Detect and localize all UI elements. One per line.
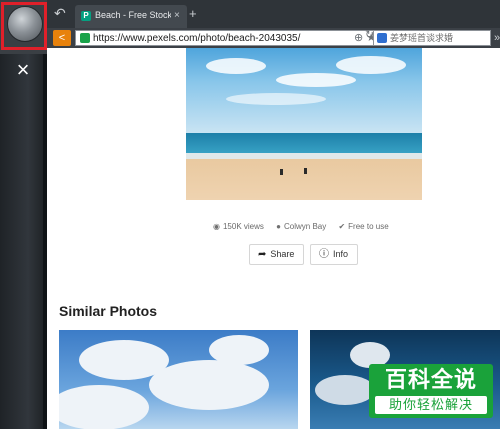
sidebar-panel xyxy=(0,54,47,429)
thumb-cloud xyxy=(59,385,149,429)
undo-close-tab-icon[interactable]: ↶ xyxy=(54,6,68,20)
search-box[interactable]: 姜梦瑶首谈求婚 xyxy=(373,30,491,46)
browser-sidebar: × xyxy=(0,0,47,429)
check-circle-icon: ✔ xyxy=(338,222,346,231)
info-icon: ⓘ xyxy=(319,249,329,260)
menu-chevron-icon[interactable]: » xyxy=(494,31,500,45)
back-button[interactable]: < xyxy=(53,30,71,46)
location-pin-icon: ● xyxy=(276,222,281,231)
views-meta: ◉ 150K views xyxy=(213,222,264,231)
photo-cloud xyxy=(226,93,326,105)
share-arrow-icon: ➦ xyxy=(258,249,267,260)
photo-sand xyxy=(186,159,422,200)
license-text[interactable]: Free to use xyxy=(348,222,388,231)
share-label: Share xyxy=(270,249,295,259)
location-meta[interactable]: ● Colwyn Bay xyxy=(276,222,326,231)
tab-bar: ↶ P Beach - Free Stock P × + xyxy=(47,0,500,29)
license-meta[interactable]: ✔ Free to use xyxy=(338,222,388,231)
baike-watermark-logo: 百科全说 助你轻松解决 xyxy=(369,364,493,418)
beach-photo[interactable] xyxy=(186,48,422,200)
browser-logo-icon[interactable] xyxy=(7,6,43,42)
photo-person xyxy=(280,169,283,175)
tab-beach[interactable]: P Beach - Free Stock P × xyxy=(75,5,187,28)
watermark-line2: 助你轻松解决 xyxy=(375,396,487,414)
pexels-favicon-icon: P xyxy=(81,11,91,21)
search-engine-icon[interactable] xyxy=(377,33,387,43)
watermark-line1: 百科全说 xyxy=(384,367,477,392)
photo-sea xyxy=(186,133,422,153)
photo-cloud xyxy=(206,58,266,74)
similar-photos-title: Similar Photos xyxy=(59,303,158,319)
search-input[interactable]: 姜梦瑶首谈求婚 xyxy=(390,32,453,45)
eye-icon: ◉ xyxy=(213,222,220,231)
navigation-bar: < https://www.pexels.com/photo/beach-204… xyxy=(47,28,500,48)
tab-title: Beach - Free Stock P xyxy=(95,10,171,20)
photo-cloud xyxy=(276,73,356,87)
info-label: Info xyxy=(333,249,349,259)
browser-logo-area[interactable] xyxy=(0,0,47,54)
secure-lock-icon xyxy=(80,33,90,43)
info-button[interactable]: ⓘ Info xyxy=(310,244,358,265)
photo-person xyxy=(304,168,307,174)
photo-cloud xyxy=(336,56,406,74)
tab-close-icon[interactable]: × xyxy=(174,10,180,22)
location-text[interactable]: Colwyn Bay xyxy=(284,222,326,231)
new-tab-button[interactable]: + xyxy=(189,7,197,20)
address-bar[interactable]: https://www.pexels.com/photo/beach-20430… xyxy=(75,30,415,46)
close-sidebar-icon[interactable]: × xyxy=(12,59,34,81)
similar-photo-thumbnail[interactable] xyxy=(59,330,298,429)
thumb-cloud xyxy=(149,360,269,410)
url-text: https://www.pexels.com/photo/beach-20430… xyxy=(93,33,301,44)
share-button[interactable]: ➦ Share xyxy=(249,244,304,265)
views-count: 150K views xyxy=(222,222,264,231)
thumb-cloud xyxy=(209,335,269,365)
thumb-cloud xyxy=(315,375,375,405)
photo-meta: ◉ 150K views ● Colwyn Bay ✔ Free to use xyxy=(213,222,399,234)
